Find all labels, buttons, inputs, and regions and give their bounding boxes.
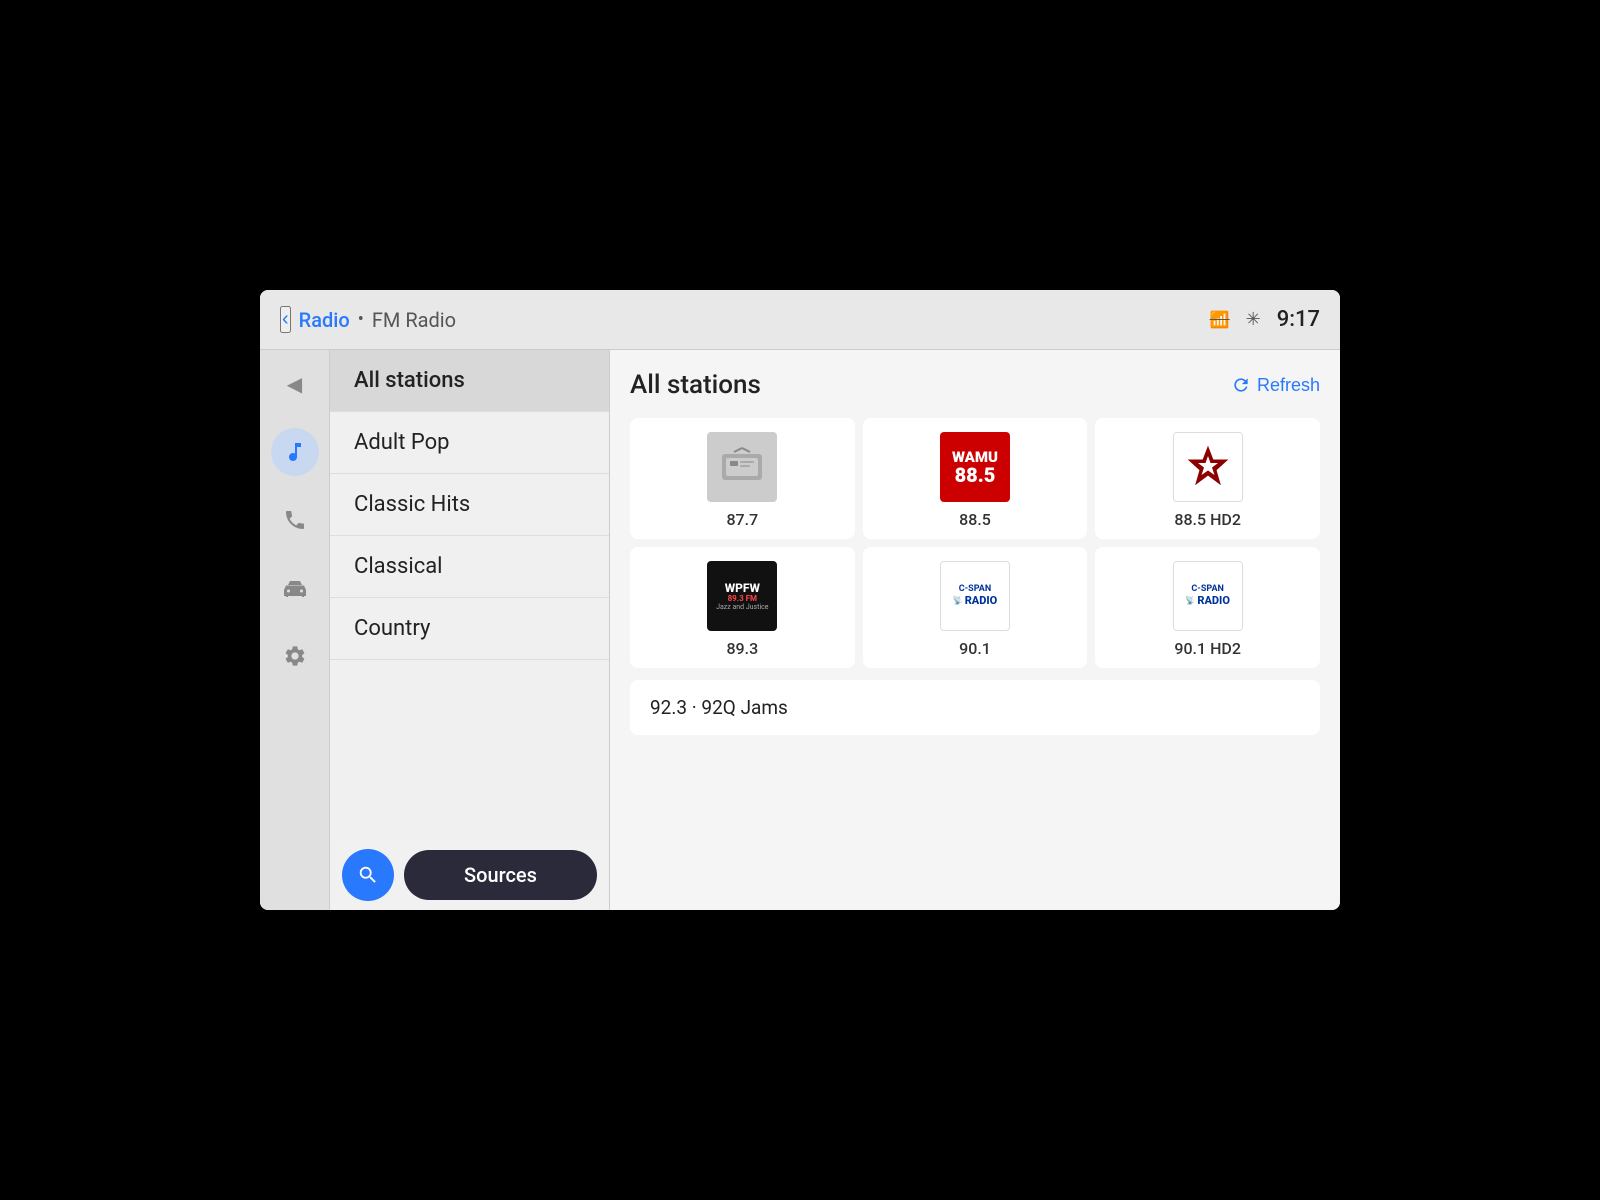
breadcrumb-separator: • [358,309,364,330]
phone-icon [283,508,307,532]
settings-icon-button[interactable] [271,632,319,680]
search-button[interactable] [342,849,394,901]
station-901hd2[interactable]: C-SPAN 📡 RADIO 90.1 HD2 [1095,547,1320,668]
station-885hd2[interactable]: 88.5 HD2 [1095,418,1320,539]
category-all-stations[interactable]: All stations [330,350,609,412]
station-877[interactable]: 87.7 [630,418,855,539]
bottom-station-label: 92.3 · 92Q Jams [650,696,788,719]
content-area: All stations Refresh [610,350,1340,910]
breadcrumb-sub: FM Radio [372,308,456,332]
bottom-controls: Sources [330,840,609,910]
nav-icon-button[interactable]: ◀ [271,360,319,408]
car-screen: ‹ Radio • FM Radio 📶 ✳ 9:17 ◀ [260,290,1340,910]
top-bar: ‹ Radio • FM Radio 📶 ✳ 9:17 [260,290,1340,350]
category-classical[interactable]: Classical [330,536,609,598]
main-layout: ◀ All [260,350,1340,910]
station-logo-901: C-SPAN 📡 RADIO [940,561,1010,631]
refresh-icon [1231,375,1251,395]
station-logo-885hd2 [1173,432,1243,502]
station-885[interactable]: WAMU 88.5 88.5 [863,418,1088,539]
clock-display: 9:17 [1277,307,1320,332]
back-button[interactable]: ‹ [280,306,291,333]
station-logo-901hd2: C-SPAN 📡 RADIO [1173,561,1243,631]
sidebar-icons: ◀ [260,350,330,910]
station-901[interactable]: C-SPAN 📡 RADIO 90.1 [863,547,1088,668]
breadcrumb: Radio • FM Radio [299,308,456,332]
star-logo-icon [1183,442,1233,492]
station-logo-893: WPFW 89.3 FM Jazz and Justice [707,561,777,631]
category-list: All stations Adult Pop Classic Hits Clas… [330,350,610,910]
phone-icon-button[interactable] [271,496,319,544]
station-logo-885: WAMU 88.5 [940,432,1010,502]
station-901-freq: 90.1 [959,639,991,658]
settings-icon [283,644,307,668]
bluetooth-icon: ✳ [1246,309,1261,330]
category-adult-pop[interactable]: Adult Pop [330,412,609,474]
station-877-freq: 87.7 [726,510,758,529]
no-signal-icon: 📶 [1210,310,1230,329]
bottom-station-bar[interactable]: 92.3 · 92Q Jams [630,680,1320,735]
content-title: All stations [630,370,761,400]
status-area: 📶 ✳ 9:17 [1210,307,1320,332]
breadcrumb-radio[interactable]: Radio [299,308,350,332]
station-885-freq: 88.5 [959,510,991,529]
content-header: All stations Refresh [630,370,1320,400]
refresh-label: Refresh [1257,375,1320,396]
refresh-button[interactable]: Refresh [1231,375,1320,396]
car-icon [281,576,309,600]
category-country[interactable]: Country [330,598,609,660]
category-classic-hits[interactable]: Classic Hits [330,474,609,536]
car-icon-button[interactable] [271,564,319,612]
station-893-freq: 89.3 [726,639,758,658]
station-901hd2-freq: 90.1 HD2 [1174,639,1241,658]
station-logo-877 [707,432,777,502]
sources-button[interactable]: Sources [404,850,597,900]
station-grid: 87.7 WAMU 88.5 88.5 [630,418,1320,668]
station-885hd2-freq: 88.5 HD2 [1174,510,1241,529]
sources-label: Sources [464,863,537,887]
music-icon-button[interactable] [271,428,319,476]
music-icon [283,440,307,464]
station-893[interactable]: WPFW 89.3 FM Jazz and Justice 89.3 [630,547,855,668]
search-icon [357,864,379,886]
